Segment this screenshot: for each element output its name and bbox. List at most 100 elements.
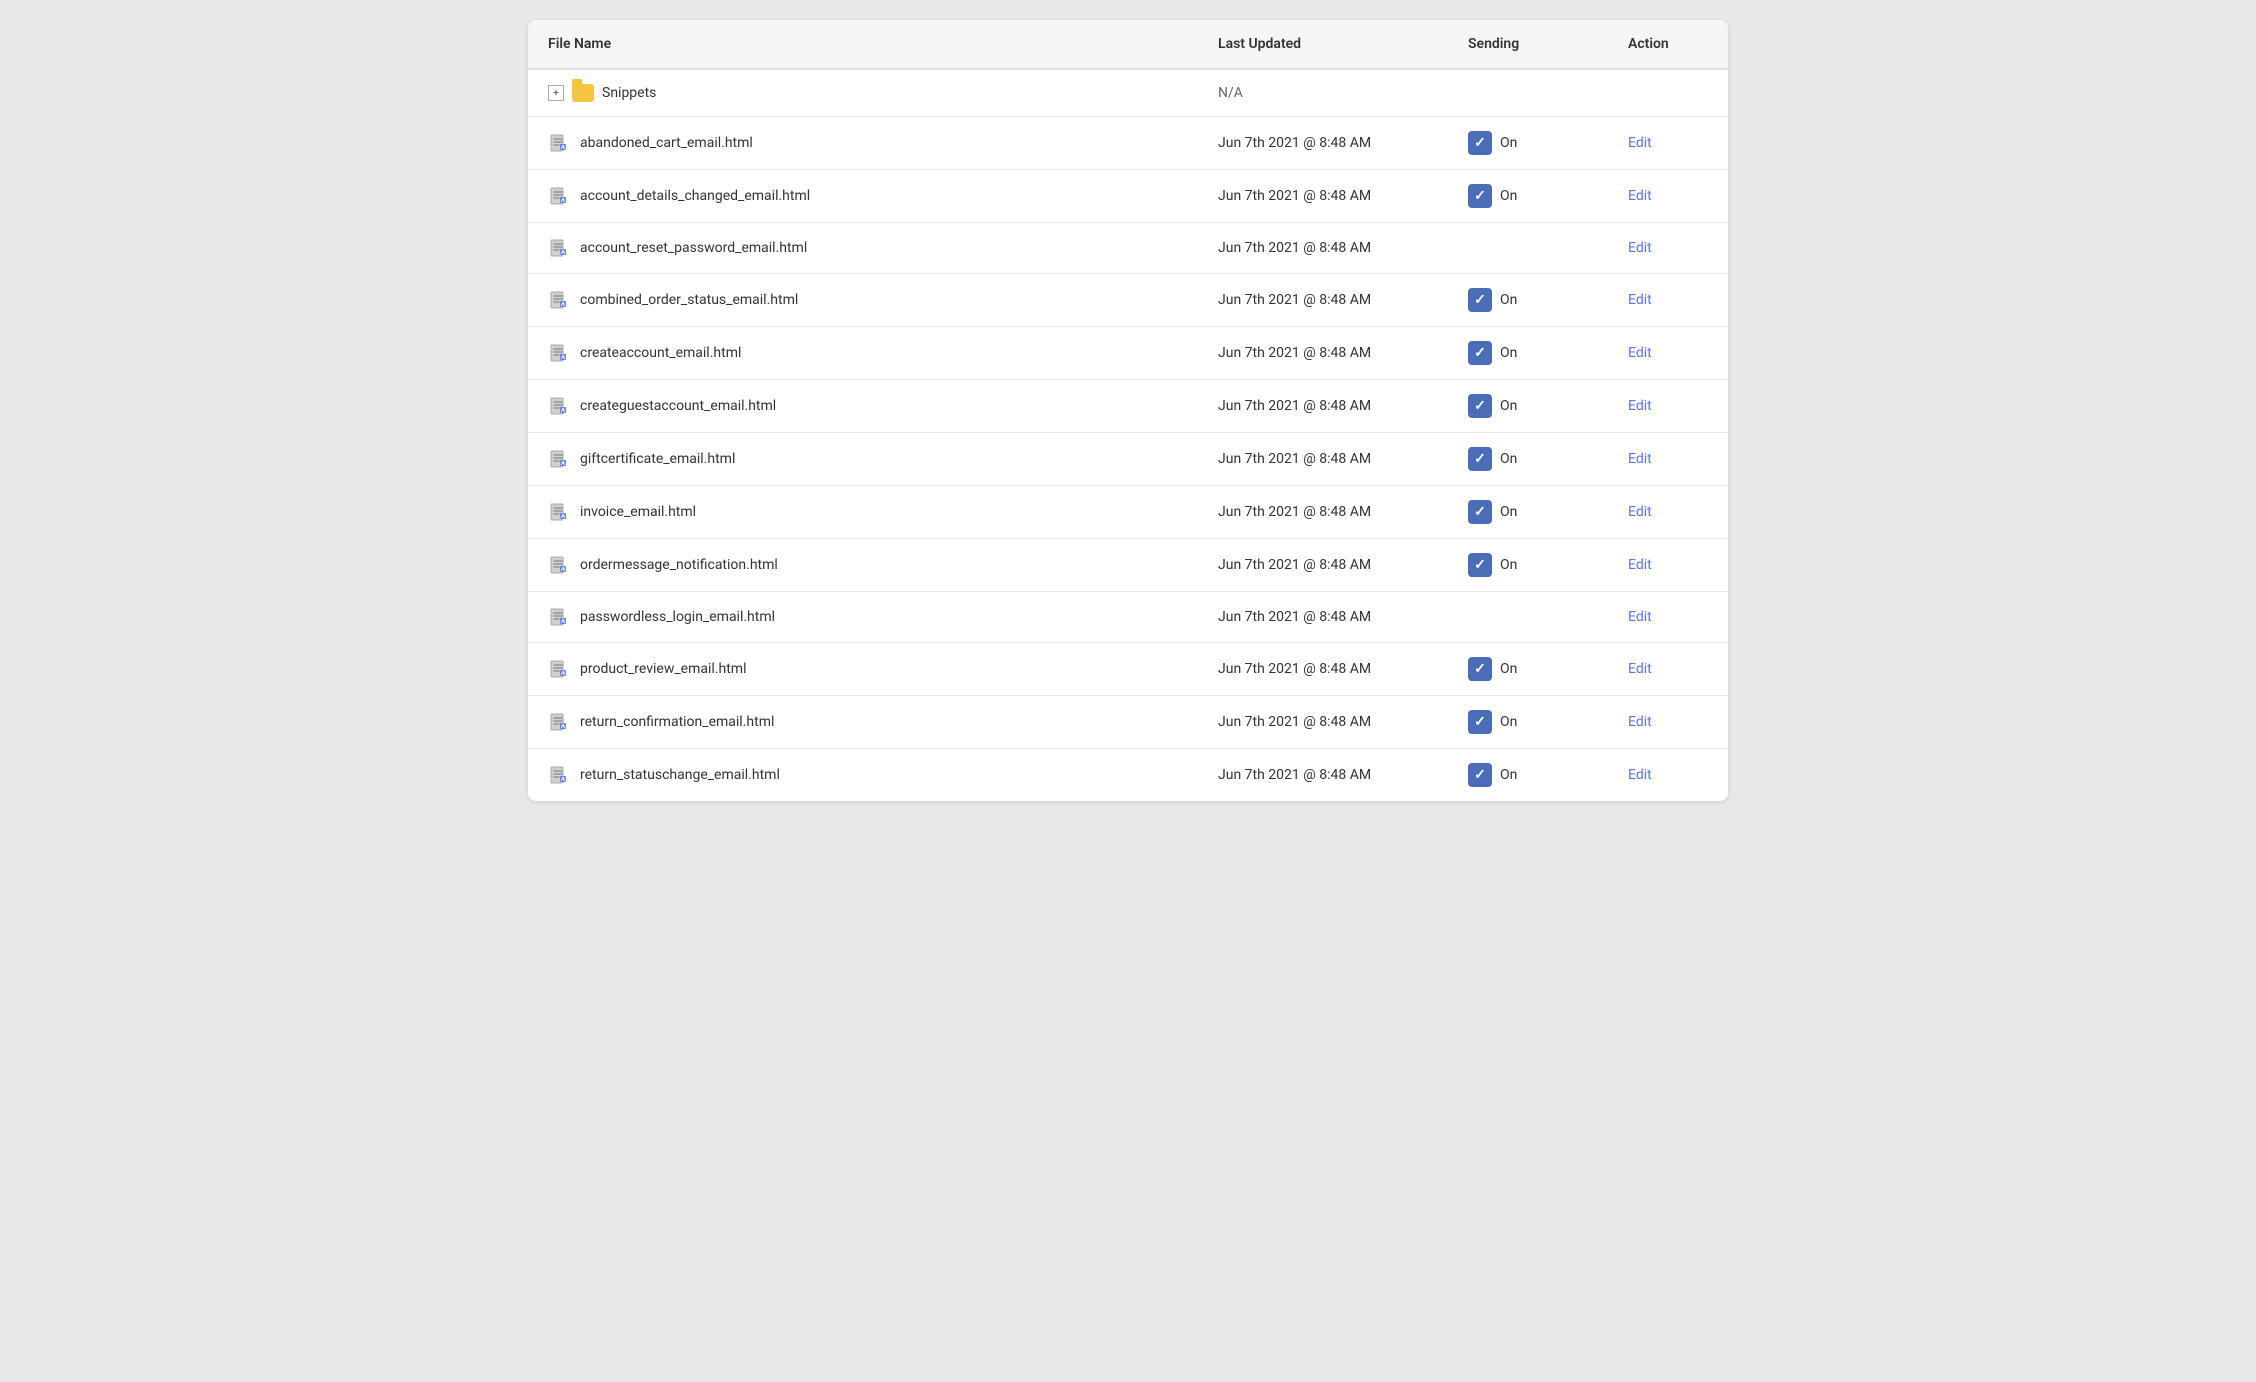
edit-link[interactable]: Edit [1628,661,1652,677]
file-name-cell: combined_order_status_email.html [528,274,1198,327]
action-cell: Edit [1608,643,1728,696]
table-header: File Name Last Updated Sending Action [528,20,1728,69]
sending-cell: On [1448,696,1608,749]
file-name-cell: account_reset_password_email.html [528,223,1198,274]
edit-link[interactable]: Edit [1628,557,1652,573]
file-name-cell: return_confirmation_email.html [528,696,1198,749]
file-name-text: createaccount_email.html [580,345,741,361]
last-updated-cell: Jun 7th 2021 @ 8:48 AM [1198,592,1448,643]
last-updated-cell: Jun 7th 2021 @ 8:48 AM [1198,380,1448,433]
file-name-cell: +Snippets [528,69,1198,117]
action-cell: Edit [1608,223,1728,274]
last-updated-cell: Jun 7th 2021 @ 8:48 AM [1198,643,1448,696]
edit-link[interactable]: Edit [1628,292,1652,308]
column-header-filename: File Name [528,20,1198,69]
file-icon [548,554,570,576]
expand-icon[interactable]: + [548,85,564,101]
file-name-text: invoice_email.html [580,504,696,520]
sending-cell: On [1448,643,1608,696]
edit-link[interactable]: Edit [1628,714,1652,730]
sending-cell: On [1448,380,1608,433]
action-cell [1608,69,1728,117]
last-updated-cell: Jun 7th 2021 @ 8:48 AM [1198,274,1448,327]
edit-link[interactable]: Edit [1628,345,1652,361]
sending-cell [1448,69,1608,117]
sending-checkbox[interactable] [1468,763,1492,787]
file-icon [548,132,570,154]
file-name-text: passwordless_login_email.html [580,609,775,625]
file-icon [548,448,570,470]
sending-checkbox[interactable] [1468,447,1492,471]
file-icon [548,764,570,786]
column-header-action: Action [1608,20,1728,69]
sending-on-label: On [1500,767,1517,783]
file-name-cell: ordermessage_notification.html [528,539,1198,592]
file-name-cell: createguestaccount_email.html [528,380,1198,433]
edit-link[interactable]: Edit [1628,188,1652,204]
action-cell: Edit [1608,117,1728,170]
sending-on-label: On [1500,504,1517,520]
sending-on-label: On [1500,714,1517,730]
sending-on-label: On [1500,188,1517,204]
table-row: return_statuschange_email.htmlJun 7th 20… [528,749,1728,802]
sending-checkbox[interactable] [1468,394,1492,418]
column-header-sending: Sending [1448,20,1608,69]
table-row: product_review_email.htmlJun 7th 2021 @ … [528,643,1728,696]
table-body: +SnippetsN/A abandoned_cart_email.htmlJu… [528,69,1728,801]
sending-checkbox[interactable] [1468,184,1492,208]
file-name-cell: return_statuschange_email.html [528,749,1198,802]
edit-link[interactable]: Edit [1628,609,1652,625]
sending-checkbox[interactable] [1468,288,1492,312]
file-name-text: return_confirmation_email.html [580,714,774,730]
file-name-text: combined_order_status_email.html [580,292,798,308]
edit-link[interactable]: Edit [1628,240,1652,256]
file-icon [548,185,570,207]
file-icon [548,342,570,364]
file-icon [548,395,570,417]
sending-on-label: On [1500,661,1517,677]
files-table: File Name Last Updated Sending Action +S… [528,20,1728,801]
action-cell: Edit [1608,380,1728,433]
action-cell: Edit [1608,274,1728,327]
sending-cell [1448,223,1608,274]
table-row: abandoned_cart_email.html Jun 7th 2021 @ … [528,117,1728,170]
sending-checkbox[interactable] [1468,553,1492,577]
sending-checkbox[interactable] [1468,341,1492,365]
edit-link[interactable]: Edit [1628,504,1652,520]
last-updated-cell: Jun 7th 2021 @ 8:48 AM [1198,117,1448,170]
action-cell: Edit [1608,433,1728,486]
sending-cell: On [1448,170,1608,223]
sending-cell: On [1448,274,1608,327]
sending-on-label: On [1500,135,1517,151]
file-icon [548,289,570,311]
table-row: createaccount_email.html Jun 7th 2021 @ 8… [528,327,1728,380]
file-name-text: account_reset_password_email.html [580,240,807,256]
action-cell: Edit [1608,696,1728,749]
sending-checkbox[interactable] [1468,710,1492,734]
table-row: return_confirmation_email.htmlJun 7th 20… [528,696,1728,749]
sending-cell: On [1448,486,1608,539]
sending-checkbox[interactable] [1468,657,1492,681]
sending-checkbox[interactable] [1468,500,1492,524]
action-cell: Edit [1608,539,1728,592]
file-name-text: abandoned_cart_email.html [580,135,753,151]
last-updated-cell: Jun 7th 2021 @ 8:48 AM [1198,486,1448,539]
sending-cell: On [1448,433,1608,486]
file-name-text: giftcertificate_email.html [580,451,735,467]
sending-checkbox[interactable] [1468,131,1492,155]
edit-link[interactable]: Edit [1628,398,1652,414]
action-cell: Edit [1608,327,1728,380]
edit-link[interactable]: Edit [1628,767,1652,783]
sending-on-label: On [1500,345,1517,361]
last-updated-cell: Jun 7th 2021 @ 8:48 AM [1198,327,1448,380]
file-name-cell: createaccount_email.html [528,327,1198,380]
file-icon [548,237,570,259]
edit-link[interactable]: Edit [1628,135,1652,151]
sending-on-label: On [1500,451,1517,467]
action-cell: Edit [1608,486,1728,539]
file-name-cell: invoice_email.html [528,486,1198,539]
files-table-container: File Name Last Updated Sending Action +S… [528,20,1728,801]
edit-link[interactable]: Edit [1628,451,1652,467]
file-icon [548,606,570,628]
table-row: combined_order_status_email.html Jun 7th … [528,274,1728,327]
